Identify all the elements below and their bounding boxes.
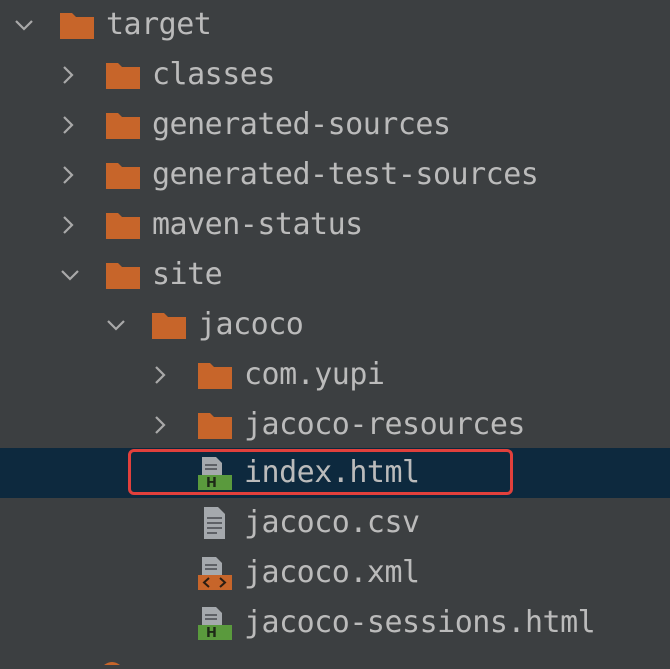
chevron-down-icon[interactable] [12,13,36,37]
tree-item-label: jacoco.csv [244,505,420,540]
tree-item-label: target [106,7,212,42]
tree-item-label: site [152,257,223,292]
tree-item-jacoco-resources[interactable]: jacoco-resources [0,400,670,450]
html-file-icon: H [196,605,234,641]
tree-item-jacoco[interactable]: jacoco [0,300,670,350]
folder-icon [196,357,234,393]
tree-item-jacoco-xml[interactable]: jacoco.xml [0,548,670,598]
text-file-icon [196,505,234,541]
folder-icon [104,257,142,293]
tree-item-label: jacoco [198,307,304,342]
xml-file-icon [196,555,234,591]
tree-item-label: jacoco-sessions.html [244,605,596,640]
tree-item-generated-sources[interactable]: generated-sources [0,100,670,150]
tree-item-label: classes [152,57,275,92]
folder-icon [104,107,142,143]
tree-item-site[interactable]: site [0,250,670,300]
tree-item-classes[interactable]: classes [0,50,670,100]
folder-icon [104,662,120,665]
chevron-right-icon[interactable] [56,163,80,187]
tree-item-label: jacoco.xml [244,555,420,590]
folder-icon [150,307,188,343]
tree-item-partial [0,650,670,665]
chevron-down-icon[interactable] [104,313,128,337]
project-tree: target classes generated-sources generat… [0,0,670,665]
chevron-down-icon[interactable] [58,263,82,287]
highlight-annotation [128,449,513,495]
tree-item-label: com.yupi [244,357,385,392]
tree-item-com-yupi[interactable]: com.yupi [0,350,670,400]
tree-item-generated-test-sources[interactable]: generated-test-sources [0,150,670,200]
tree-item-jacoco-csv[interactable]: jacoco.csv [0,498,670,548]
chevron-right-icon[interactable] [56,63,80,87]
tree-item-label: jacoco-resources [244,407,525,442]
svg-text:H: H [206,626,217,641]
chevron-right-icon[interactable] [56,113,80,137]
tree-item-maven-status[interactable]: maven-status [0,200,670,250]
folder-icon [58,7,96,43]
tree-item-label: maven-status [152,207,363,242]
folder-icon [104,207,142,243]
tree-item-label: generated-test-sources [152,157,539,192]
chevron-right-icon[interactable] [56,213,80,237]
tree-item-label: generated-sources [152,107,451,142]
tree-item-jacoco-sessions-html[interactable]: H jacoco-sessions.html [0,598,670,648]
folder-icon [104,57,142,93]
folder-icon [196,407,234,443]
chevron-right-icon[interactable] [148,413,172,437]
tree-item-target[interactable]: target [0,0,670,50]
folder-icon [104,157,142,193]
chevron-right-icon[interactable] [148,363,172,387]
